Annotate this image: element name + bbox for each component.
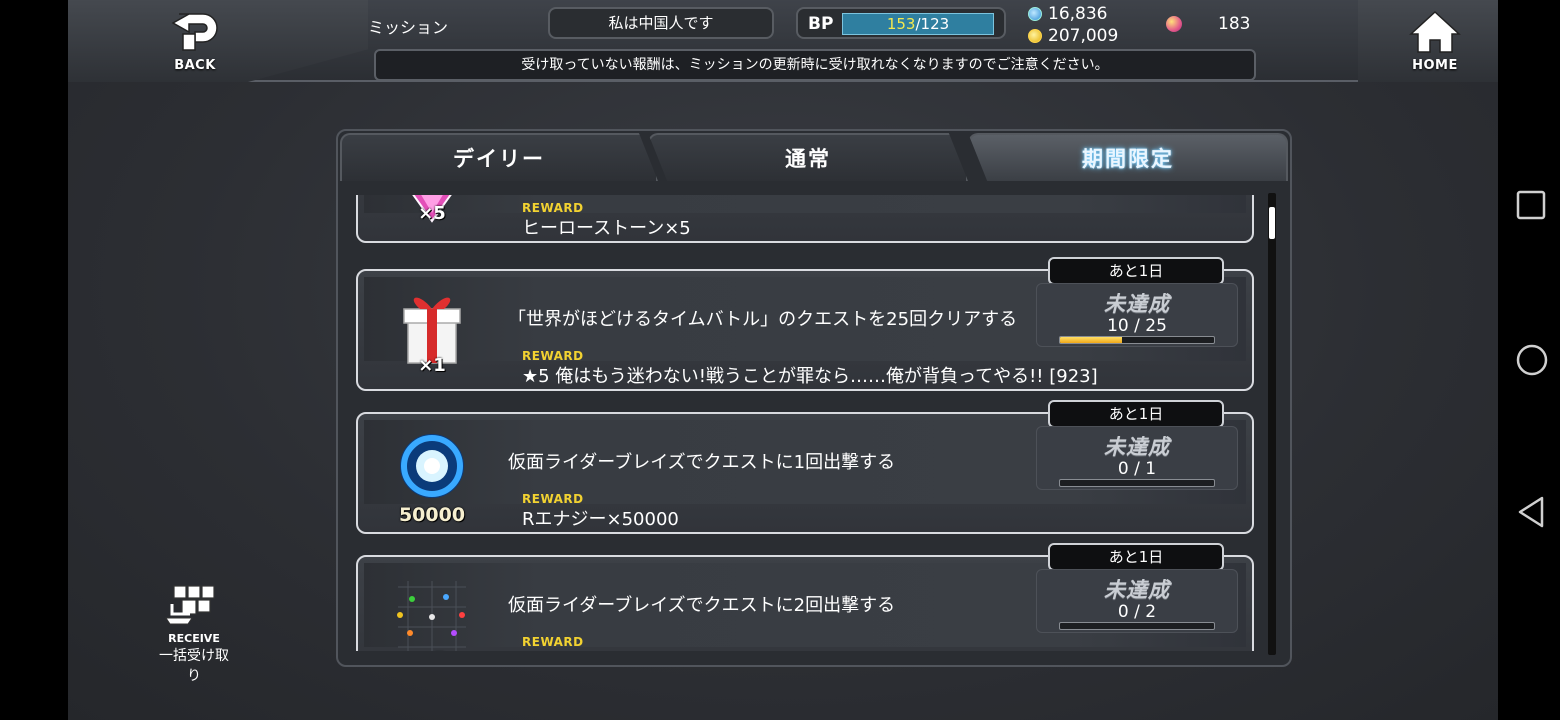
deadline-badge: あと1日 [1048,543,1224,571]
reward-text: ヒーローストーン×5 [522,218,691,239]
element-stones-icon: ×5 [372,567,492,651]
scrollbar[interactable] [1268,193,1276,655]
reward-quantity: ×5 [372,649,492,651]
tab-daily[interactable]: デイリー [340,133,658,181]
reward-quantity: ×5 [418,203,446,224]
back-label: BACK [174,58,216,73]
blue-coin-icon [1028,7,1042,21]
reward-tag: REWARD [522,201,584,215]
back-nav-icon[interactable] [1516,496,1546,528]
mission-card[interactable]: あと1日 ×1 「世界がほどけるタイムバトル」のクエストを25回クリアする 未達… [356,257,1254,391]
progress-text: 10 / 25 [1107,316,1167,336]
bp-max: /123 [915,15,950,33]
deadline-badge: あと1日 [1048,257,1224,285]
game-viewport: BACK ミッション 私は中国人です BP 153/123 16,836 207… [68,0,1498,720]
scrollbar-thumb[interactable] [1269,207,1275,239]
energy-orb-icon: 50000 [372,424,492,526]
reward-quantity: ×1 [418,355,446,376]
status-label: 未達成 [1104,578,1170,602]
reward-text: Rエナジー×50000 [522,509,679,530]
home-label: HOME [1412,58,1458,73]
bp-display: BP 153/123 [796,7,1006,39]
reward-tag: REWARD [522,349,584,363]
bp-label: BP [808,14,834,34]
reward-text: ★5 俺はもう迷わない!戦うことが罪なら……俺が背負ってやる!! [923] [522,366,1098,387]
home-button[interactable]: HOME [1400,10,1470,73]
mission-description: 「世界がほどけるタイムバトル」のクエストを25回クリアする [508,309,1018,330]
receive-label-jp: 一括受け取り [159,648,229,684]
mission-card: ×5 REWARD ヒーローストーン×5 [356,195,1254,243]
reward-tag: REWARD [522,492,584,506]
top-bar: BACK ミッション 私は中国人です BP 153/123 16,836 207… [68,0,1498,82]
blue-currency-value: 16,836 [1048,4,1108,24]
gift-box-icon: ×1 [372,281,492,381]
reward-quantity: 50000 [398,504,466,526]
progress-text: 0 / 2 [1117,602,1157,622]
mission-panel: デイリー 通常 期間限定 ×5 REWARD ヒーローストーン×5 あと1日 ×… [336,129,1292,667]
gem-currency: 183 [1166,14,1250,34]
android-nav-bar [1498,0,1560,720]
progress-box: 未達成 0 / 1 [1036,426,1238,490]
screen: BACK ミッション 私は中国人です BP 153/123 16,836 207… [0,0,1560,720]
gold-coin-icon [1028,29,1042,43]
progress-box: 未達成 10 / 25 [1036,283,1238,347]
bp-bar: 153/123 [842,13,994,35]
status-label: 未達成 [1104,435,1170,459]
mission-description: 仮面ライダーブレイズでクエストに1回出撃する [508,452,896,473]
receive-label: RECEIVE [168,632,220,645]
home-icon [1409,10,1461,53]
mission-card[interactable]: あと1日 50000 仮面ライダーブレイズでクエストに1回出撃する 未達成 0 … [356,400,1254,534]
gem-icon [1166,16,1182,32]
gold-currency-value: 207,009 [1048,26,1119,46]
status-label: 未達成 [1104,292,1170,316]
receive-boxes-icon [165,585,215,625]
tab-bar: デイリー 通常 期間限定 [338,131,1290,183]
mission-description: 仮面ライダーブレイズでクエストに2回出撃する [508,595,896,616]
receive-all-button[interactable]: RECEIVE 一括受け取り [154,582,234,684]
deadline-badge: あと1日 [1048,400,1224,428]
player-name: 私は中国人です [548,7,774,39]
home-nav-icon[interactable] [1516,344,1548,376]
mission-list[interactable]: ×5 REWARD ヒーローストーン×5 あと1日 ×1 「世界がほどけるタイム… [356,195,1258,651]
bp-current: 153 [886,15,916,33]
mission-card[interactable]: あと1日 仮面ライダーブレイズでクエストに2回出撃する 未達成 0 / 2 RE… [356,543,1254,651]
gold-currency: 207,009 [1028,26,1118,46]
gem-value: 183 [1218,14,1251,34]
hero-stone-icon: ×5 [372,195,492,233]
back-arrow-icon [171,13,218,51]
blue-currency: 16,836 [1028,4,1107,24]
recents-icon[interactable] [1516,190,1546,220]
reward-tag: REWARD [522,635,584,649]
tab-normal[interactable]: 通常 [648,133,968,181]
notice-banner: 受け取っていない報酬は、ミッションの更新時に受け取れなくなりますのでご注意くださ… [374,49,1256,81]
progress-text: 0 / 1 [1117,459,1157,479]
back-button[interactable]: BACK [160,10,230,73]
progress-box: 未達成 0 / 2 [1036,569,1238,633]
screen-title: ミッション [368,18,449,37]
tab-limited-time[interactable]: 期間限定 [968,133,1288,181]
progress-fill [1060,337,1122,343]
